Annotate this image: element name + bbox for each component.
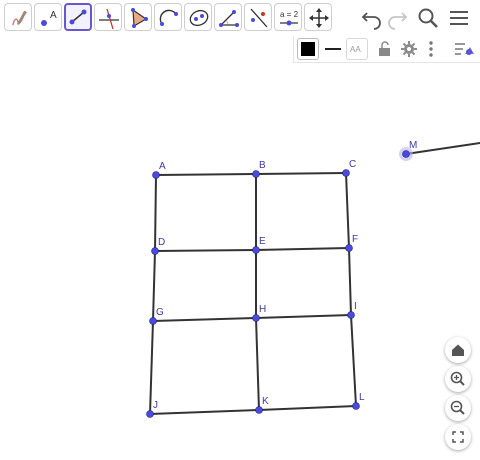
- point-F[interactable]: [345, 244, 353, 252]
- point-M[interactable]: [402, 150, 410, 158]
- segment-icon: [69, 9, 87, 25]
- arc-icon: [159, 9, 178, 26]
- point-B[interactable]: [252, 170, 260, 178]
- text-size-label: AA: [350, 45, 361, 54]
- more-vertical-icon: [429, 41, 433, 57]
- search-icon: [418, 8, 438, 28]
- point-K[interactable]: [255, 406, 263, 414]
- segments-layer: [149, 142, 480, 415]
- graphics-view[interactable]: A B C D E F G H I J K L M: [0, 62, 480, 460]
- point-label-J: J: [153, 400, 158, 411]
- segment-IL[interactable]: [350, 314, 357, 407]
- zoom-out-icon: [450, 400, 465, 415]
- slider-tool-button[interactable]: a = 2: [274, 3, 302, 31]
- point-C[interactable]: [342, 169, 350, 177]
- settings-button[interactable]: [398, 38, 420, 60]
- point-label-E: E: [259, 236, 266, 247]
- segment-FI[interactable]: [348, 247, 352, 316]
- pen-tool-button[interactable]: [4, 3, 32, 31]
- text-size-button[interactable]: AA: [346, 38, 368, 60]
- segment-tool-button[interactable]: [64, 3, 92, 31]
- zoom-in-icon: [450, 371, 465, 386]
- home-button[interactable]: [445, 337, 471, 363]
- point-label-I: I: [354, 301, 357, 312]
- segment-AD[interactable]: [154, 174, 157, 252]
- fullscreen-button[interactable]: [445, 424, 471, 450]
- point-label-H: H: [259, 304, 266, 315]
- ellipse-icon: [189, 9, 209, 27]
- points-layer: A B C D E F G H I J K L M: [146, 140, 417, 418]
- slider-tool-label: a = 2: [280, 10, 299, 19]
- more-options-button[interactable]: [424, 38, 438, 60]
- point-tool-label: A: [50, 10, 57, 21]
- point-label-A: A: [159, 161, 166, 172]
- conic-tool-button[interactable]: [184, 3, 212, 31]
- segment-DE[interactable]: [154, 249, 257, 252]
- segment-DG[interactable]: [152, 250, 156, 322]
- polygon-tool-button[interactable]: [124, 3, 152, 31]
- point-tool-button[interactable]: A: [34, 3, 62, 31]
- unlock-icon: [379, 41, 390, 56]
- point-A[interactable]: [152, 171, 160, 179]
- redo-icon: [388, 12, 408, 30]
- color-button[interactable]: [297, 38, 319, 60]
- undo-icon: [361, 12, 381, 30]
- point-D[interactable]: [151, 247, 159, 255]
- zoom-out-button[interactable]: [445, 395, 471, 421]
- algebra-view-icon: [455, 43, 474, 55]
- point-label-F: F: [352, 234, 358, 245]
- point-L[interactable]: [352, 402, 360, 410]
- point-label-M: M: [409, 140, 417, 151]
- polygon-icon: [131, 8, 148, 28]
- point-label-B: B: [259, 160, 266, 171]
- color-swatch: [301, 42, 315, 56]
- slider-icon: a = 2: [280, 10, 299, 26]
- line-style-icon: [325, 48, 341, 50]
- segment-KL[interactable]: [258, 405, 357, 411]
- line-style-button[interactable]: [322, 38, 344, 60]
- main-menu-button[interactable]: [446, 5, 472, 31]
- point-label-G: G: [156, 307, 164, 318]
- lock-button[interactable]: [374, 38, 396, 60]
- reflect-tool-button[interactable]: [244, 3, 272, 31]
- point-G[interactable]: [149, 317, 157, 325]
- point-E[interactable]: [252, 246, 260, 254]
- perpendicular-line-tool-button[interactable]: [94, 3, 122, 31]
- segment-HI[interactable]: [255, 314, 352, 319]
- segment-HK[interactable]: [255, 317, 260, 411]
- redo-button[interactable]: [384, 5, 410, 31]
- point-J[interactable]: [146, 410, 154, 418]
- reflect-icon: [250, 8, 268, 28]
- algebra-view-toggle[interactable]: [452, 38, 476, 60]
- home-icon: [452, 344, 464, 356]
- segment-EF[interactable]: [255, 247, 350, 251]
- perpendicular-icon: [99, 8, 119, 30]
- pen-icon: [12, 10, 27, 26]
- segment-CF[interactable]: [345, 172, 350, 249]
- segment-JK[interactable]: [149, 409, 260, 415]
- move-arrows-icon: [309, 8, 329, 28]
- point-H[interactable]: [252, 314, 260, 322]
- point-label-L: L: [359, 392, 365, 403]
- gear-icon: [401, 41, 417, 57]
- search-button[interactable]: [415, 5, 441, 31]
- move-graphics-tool-button[interactable]: [304, 3, 332, 31]
- toolbar: A a = 2: [0, 0, 480, 36]
- angle-icon: [219, 10, 239, 27]
- zoom-in-button[interactable]: [445, 366, 471, 392]
- fullscreen-icon: [452, 431, 464, 443]
- segment-AB[interactable]: [155, 173, 257, 176]
- segment-GH[interactable]: [152, 317, 257, 322]
- point-icon: A: [41, 10, 57, 26]
- point-I[interactable]: [347, 311, 355, 319]
- segment-BC[interactable]: [255, 172, 347, 175]
- arc-tool-button[interactable]: [154, 3, 182, 31]
- hamburger-menu-icon: [450, 11, 468, 25]
- point-label-C: C: [349, 159, 356, 170]
- point-label-K: K: [262, 396, 269, 407]
- angle-tool-button[interactable]: [214, 3, 242, 31]
- undo-button[interactable]: [359, 5, 385, 31]
- point-label-D: D: [158, 237, 165, 248]
- style-bar: AA: [293, 36, 480, 63]
